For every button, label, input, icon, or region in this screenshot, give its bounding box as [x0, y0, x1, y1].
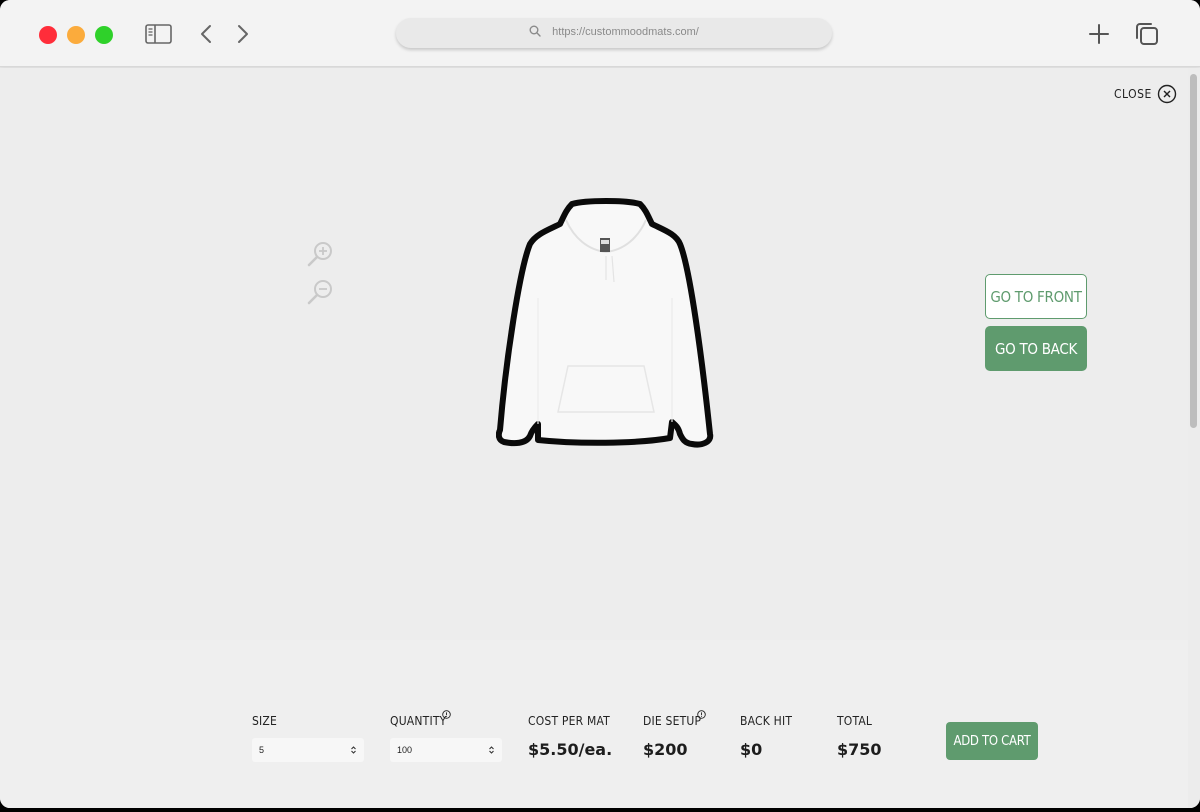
size-value: 5 [259, 745, 265, 755]
info-icon[interactable] [442, 710, 451, 719]
search-icon [529, 25, 541, 37]
tabs-overview-icon[interactable] [1134, 21, 1160, 47]
cost-per-mat-label: COST PER MAT [528, 714, 610, 728]
close-window-button[interactable] [39, 26, 57, 44]
total-value: $750 [837, 740, 882, 759]
select-arrows-icon [351, 746, 356, 754]
size-select[interactable]: 5 [252, 738, 364, 762]
maximize-window-button[interactable] [95, 26, 113, 44]
select-arrows-icon [489, 746, 494, 754]
size-label: SIZE [252, 714, 278, 728]
quantity-label: QUANTITY [390, 714, 447, 728]
die-setup-value: $200 [643, 740, 688, 759]
go-to-back-button[interactable]: GO TO BACK [985, 326, 1087, 371]
close-label: CLOSE [1114, 87, 1152, 101]
scrollbar-thumb[interactable] [1190, 74, 1197, 428]
total-label: TOTAL [837, 714, 873, 728]
quantity-select[interactable]: 100 [390, 738, 502, 762]
info-icon[interactable] [697, 710, 706, 719]
go-to-front-button[interactable]: GO TO FRONT [985, 274, 1087, 319]
minimize-window-button[interactable] [67, 26, 85, 44]
back-hit-label: BACK HIT [740, 714, 793, 728]
quantity-value: 100 [397, 745, 413, 755]
add-to-cart-button[interactable]: ADD TO CART [946, 722, 1038, 760]
back-arrow-icon[interactable] [198, 23, 214, 45]
cost-per-mat-value: $5.50/ea. [528, 740, 613, 759]
new-tab-icon[interactable] [1088, 23, 1110, 45]
title-bar: https://custommoodmats.com/ [0, 0, 1200, 67]
browser-window: https://custommoodmats.com/ CLOSE GO TO … [0, 0, 1200, 808]
hoodie-product-image [496, 198, 714, 448]
forward-arrow-icon[interactable] [235, 23, 251, 45]
close-button[interactable]: CLOSE [1114, 84, 1177, 104]
zoom-out-icon[interactable] [306, 278, 334, 306]
die-setup-label: DIE SETUP [643, 714, 702, 728]
url-text: https://custommoodmats.com/ [552, 26, 699, 38]
zoom-in-icon[interactable] [306, 240, 334, 268]
back-hit-value: $0 [740, 740, 763, 759]
address-bar[interactable]: https://custommoodmats.com/ [396, 18, 832, 48]
sidebar-icon[interactable] [145, 23, 172, 45]
close-circle-icon [1157, 84, 1176, 104]
